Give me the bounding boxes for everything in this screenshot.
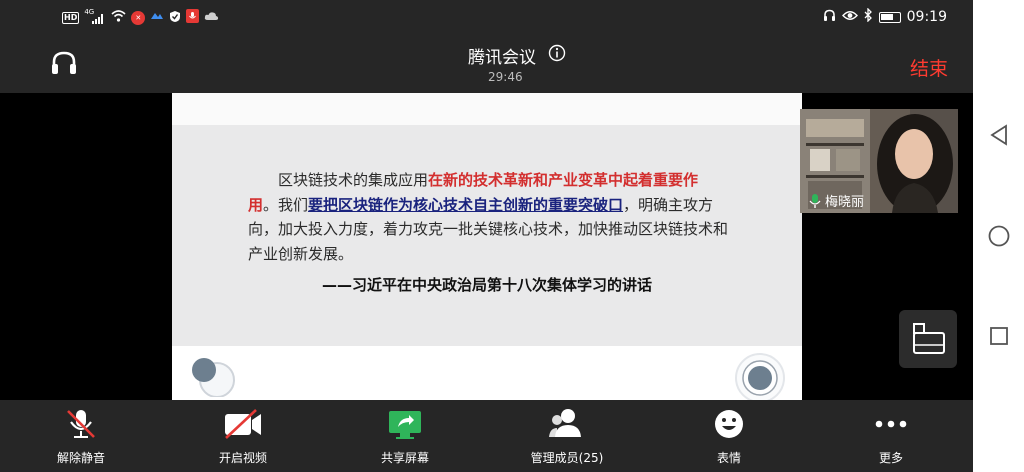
meeting-screen: HD 4G ✕ 09:19 腾讯会议 29:46 结束 区块链技术的集成应用在新… [0,0,973,472]
eye-icon [841,9,858,25]
nav-back-button[interactable] [987,123,1011,147]
cloud-service-icon [150,11,164,24]
start-video-label: 开启视频 [218,451,267,465]
reactions-button[interactable]: 表情 [669,400,789,472]
hd-icon: HD [62,11,80,24]
slide-left-control-button[interactable] [190,357,240,398]
reactions-label: 表情 [716,451,741,465]
slide-quote: ——习近平在中央政治局第十八次集体学习的讲话 [322,276,653,294]
mic-active-icon [809,193,821,208]
headset-icon [823,9,836,26]
audio-output-button[interactable] [50,50,78,80]
manage-members-button[interactable]: 管理成员(25) [507,400,627,472]
mic-recording-icon [186,9,200,26]
cloud-icon [204,11,219,24]
back-icon [990,124,1007,146]
top-bar: HD 4G ✕ 09:19 腾讯会议 29:46 结束 [0,0,973,93]
unmute-label: 解除静音 [56,451,105,465]
end-meeting-button[interactable]: 结束 [910,54,948,81]
emoji-icon [715,410,743,438]
start-video-button[interactable]: 开启视频 [183,400,303,472]
meeting-duration: 29:46 [488,70,523,84]
meeting-toolbar: 解除静音 开启视频 共享屏幕 管理成员(25) 表情 更多 [0,400,973,472]
home-icon [988,225,1010,247]
camera-off-icon [225,409,261,439]
nav-recents-button[interactable] [987,324,1011,348]
members-icon [549,409,581,437]
info-icon [548,44,566,62]
app-notification-icon: ✕ [131,10,146,25]
battery-icon [878,11,901,23]
share-screen-icon [389,411,421,439]
mic-muted-icon [67,410,95,438]
meeting-info-button[interactable] [548,44,566,66]
status-time: 09:19 [906,9,947,25]
circle-control-icon [192,358,235,398]
share-screen-button[interactable]: 共享屏幕 [345,400,465,472]
headset-icon [52,51,76,74]
bluetooth-icon [864,7,873,26]
nav-home-button[interactable] [987,224,1011,248]
switch-layout-button[interactable] [899,310,957,368]
wifi-icon [111,10,126,25]
slide-footer-strip [172,346,802,400]
more-button[interactable]: 更多 [831,400,951,472]
status-bar: HD 4G ✕ 09:19 [0,0,973,34]
recents-icon [990,327,1008,345]
participant-name-label: 梅晓丽 [808,191,864,210]
record-icon [735,353,785,400]
manage-members-label: 管理成员(25) [530,451,604,465]
layout-icon [913,323,945,354]
highlight-blue-text: 要把区块链作为核心技术自主创新的重要突破口 [308,195,624,214]
slide-right-control-button[interactable] [734,352,786,400]
slide-paragraph: 区块链技术的集成应用在新的技术革新和产业变革中起着重要作用。我们要把区块链作为核… [248,171,729,263]
more-icon [875,420,907,428]
shared-screen: 区块链技术的集成应用在新的技术革新和产业变革中起着重要作用。我们要把区块链作为核… [172,93,802,400]
system-nav-bar [973,0,1024,472]
shield-icon [169,10,181,26]
slide-header-strip [172,93,802,125]
share-screen-label: 共享屏幕 [380,451,429,465]
more-label: 更多 [878,451,903,465]
meeting-title[interactable]: 腾讯会议 [468,43,536,68]
signal-4g-icon: 4G [84,8,106,24]
unmute-button[interactable]: 解除静音 [21,400,141,472]
